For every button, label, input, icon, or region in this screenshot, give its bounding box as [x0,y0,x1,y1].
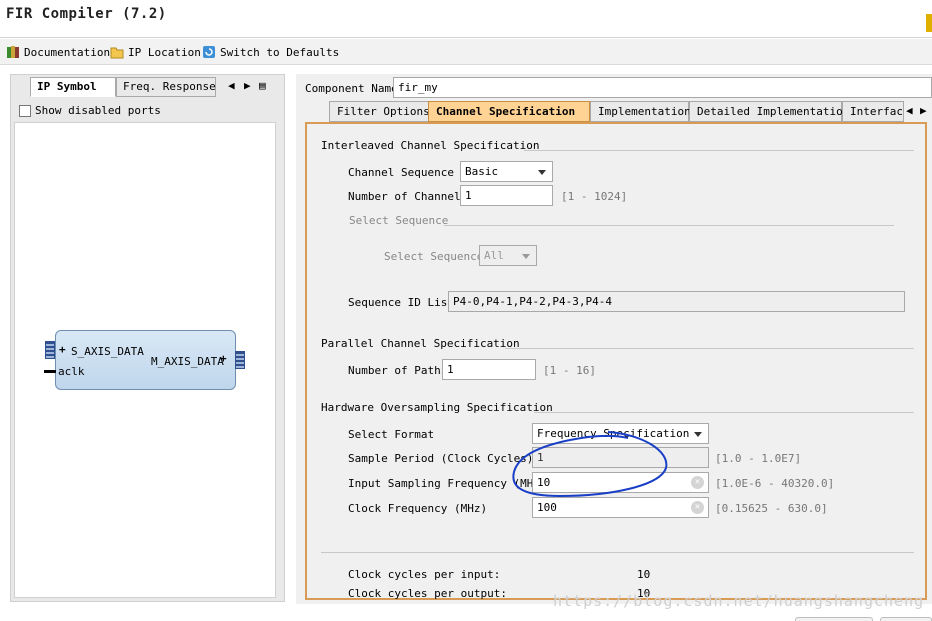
scroll-left-icon[interactable]: ◀ [906,104,913,117]
clock-freq-range: [0.15625 - 630.0] [715,502,828,515]
clock-freq-label: Clock Frequency (MHz) [348,502,488,515]
port-aclk: aclk [58,365,85,378]
scroll-right-icon[interactable]: ▶ [920,104,927,117]
parallel-section-title: Parallel Channel Specification [321,337,520,350]
sample-period-range: [1.0 - 1.0E7] [715,452,802,465]
channel-sequence-select[interactable]: Basic [460,161,553,182]
num-paths-label: Number of Paths [348,364,448,377]
sequence-id-label: Sequence ID List [348,296,454,309]
ip-location-label: IP Location [128,45,201,59]
chevron-down-icon [694,432,702,437]
tab-implementation-label: Implementation [598,105,691,118]
component-name-label: Component Name [305,82,398,95]
interleaved-section-title: Interleaved Channel Specification [321,139,540,152]
window-title: FIR Compiler (7.2) [6,6,167,22]
chevron-down-icon [538,170,546,175]
tab-detailed-implementation-label: Detailed Implementation [697,105,850,118]
num-channels-input[interactable]: 1 [460,185,553,206]
show-disabled-ports-label: Show disabled ports [35,104,161,117]
select-sequence-label: Select Sequence [384,250,484,263]
cycles-per-input-label: Clock cycles per input: [348,568,501,581]
tab-channel-specification[interactable]: Channel Specification [428,101,590,122]
num-channels-range: [1 - 1024] [561,190,628,203]
num-paths-input[interactable]: 1 [442,359,536,380]
plus-icon: + [59,343,66,356]
cycles-per-output-label: Clock cycles per output: [348,587,507,600]
ip-location-button[interactable]: IP Location [110,44,201,60]
tab-detailed-implementation[interactable]: Detailed Implementation [689,101,849,122]
book-icon [7,46,19,58]
hand-drawn-circle-annotation [512,431,668,498]
section-divider [444,225,894,226]
tab-interface-label: Interfac [850,105,903,118]
clear-icon[interactable]: ✕ [691,476,704,489]
tab-implementation[interactable]: Implementation [590,101,691,122]
switch-defaults-label: Switch to Defaults [220,45,340,59]
chevron-down-icon [522,254,530,259]
sequence-id-field[interactable]: P4-0,P4-1,P4-2,P4-3,P4-4 [448,291,905,312]
input-freq-range: [1.0E-6 - 40320.0] [715,477,835,490]
plus-icon: + [220,352,227,365]
section-divider [534,412,914,413]
toolbar: Documentation IP Location Switch to Defa… [0,39,932,65]
switch-defaults-button[interactable]: Switch to Defaults [202,44,339,60]
window-control-icon[interactable] [926,14,932,32]
tab-filter-options-label: Filter Options [337,105,430,118]
num-channels-label: Number of Channels [348,190,468,203]
cycles-per-input-value: 10 [637,568,651,581]
show-disabled-ports-checkbox[interactable]: Show disabled ports [19,104,161,117]
documentation-label: Documentation [24,45,111,59]
port-s-axis-data: S_AXIS_DATA [71,345,144,358]
clear-icon[interactable]: ✕ [691,501,704,514]
cancel-button[interactable] [880,617,932,621]
tab-ip-symbol-label: IP Symbol [37,80,97,93]
port-m-axis-data: M_AXIS_DATA [151,355,224,368]
select-sequence-value: All [484,249,504,262]
left-tab-bar: IP Symbol Freq. Response ◀ ▶ ▤ [30,77,280,98]
oversampling-section-title: Hardware Oversampling Specification [321,401,553,414]
select-sequence-group-title: Select Sequence [349,214,449,227]
select-sequence-select[interactable]: All [479,245,537,266]
section-divider [321,552,914,553]
tab-filter-options[interactable]: Filter Options [329,101,430,122]
num-paths-range: [1 - 16] [543,364,596,377]
channel-sequence-value: Basic [465,165,499,178]
channel-sequence-label: Channel Sequence [348,166,454,179]
component-name-input[interactable]: fir_my [393,77,932,98]
scroll-right-icon[interactable]: ▶ [244,79,251,92]
tab-ip-symbol[interactable]: IP Symbol [30,77,116,97]
section-divider [505,348,914,349]
refresh-icon [203,46,215,58]
tab-interface[interactable]: Interfac [842,101,904,122]
tab-freq-response[interactable]: Freq. Response [116,77,216,97]
select-format-label: Select Format [348,428,435,441]
bus-port-icon [235,351,245,369]
checkbox-box[interactable] [19,104,31,117]
section-divider [524,150,914,151]
tab-freq-response-label: Freq. Response [123,80,216,93]
folder-icon [110,47,124,59]
documentation-button[interactable]: Documentation [6,44,110,60]
tab-list-icon[interactable]: ▤ [259,79,266,92]
scroll-left-icon[interactable]: ◀ [228,79,235,92]
watermark: https://blog.csdn.net/huangshangcheng [553,592,925,610]
clk-pin [44,370,56,373]
bus-port-icon [45,341,55,359]
ok-button[interactable] [795,617,873,621]
tab-channel-specification-label: Channel Specification [436,105,576,118]
